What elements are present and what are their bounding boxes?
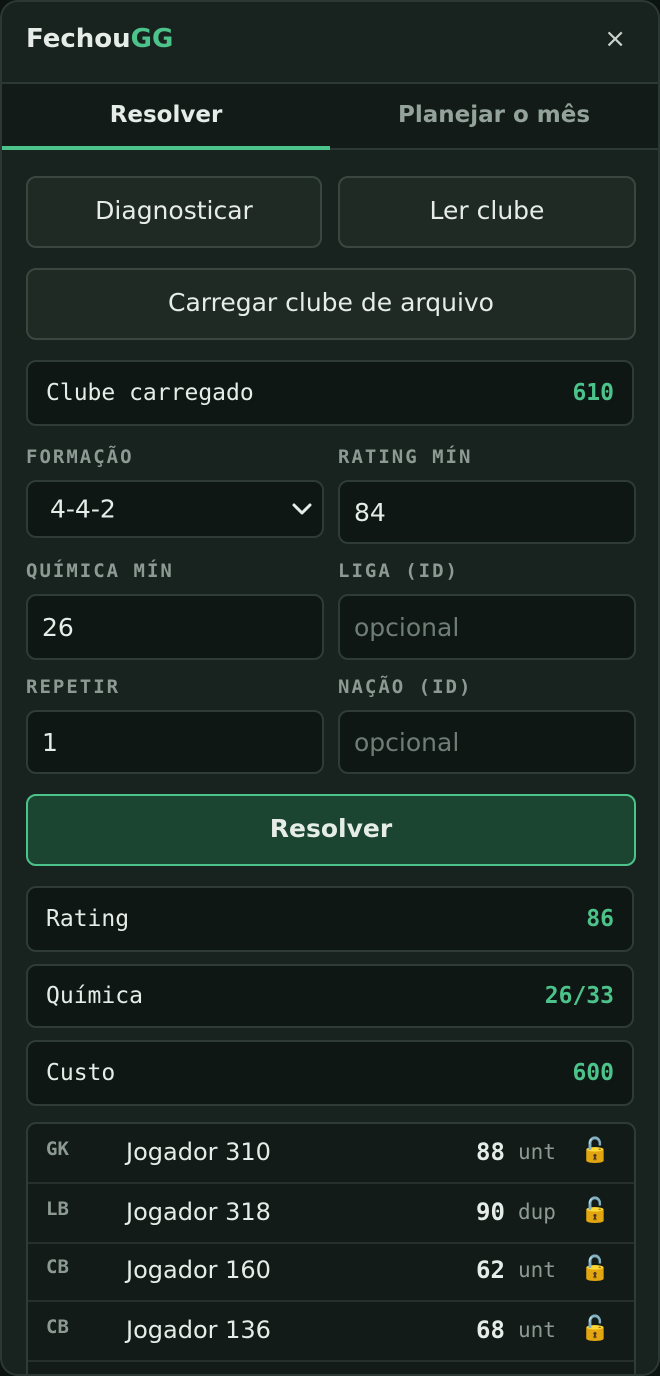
player-rating: 90 bbox=[476, 1198, 505, 1226]
fechougg-panel: FechouGG × Resolver Planejar o mês Diagn… bbox=[0, 0, 660, 1376]
player-row: CB Jogador 136 68 unt 🔓 bbox=[28, 1302, 634, 1362]
solve-button[interactable]: Resolver bbox=[26, 794, 636, 866]
club-loaded-label: Clube carregado bbox=[46, 380, 254, 406]
result-cost-value: 600 bbox=[572, 1060, 614, 1086]
chevron-down-icon bbox=[292, 503, 312, 515]
repeat-input[interactable] bbox=[28, 712, 322, 772]
unlock-icon[interactable]: 🔓 bbox=[580, 1136, 610, 1164]
club-loaded-box: Clube carregado 610 bbox=[26, 360, 634, 426]
rating-min-field[interactable] bbox=[338, 480, 636, 544]
player-position: CB bbox=[46, 1256, 69, 1278]
player-name: Jogador 310 bbox=[126, 1138, 271, 1166]
league-id-field[interactable] bbox=[338, 594, 636, 660]
repeat-label: REPETIR bbox=[26, 676, 121, 698]
unlock-icon[interactable]: 🔓 bbox=[580, 1254, 610, 1282]
load-club-file-label: Carregar clube de arquivo bbox=[168, 288, 494, 317]
result-rating-label: Rating bbox=[46, 906, 130, 932]
formation-label: FORMAÇÃO bbox=[26, 446, 134, 468]
player-row: CB Jogador 160 62 unt 🔓 bbox=[28, 1242, 634, 1302]
nation-id-label: NAÇÃO (ID) bbox=[338, 676, 473, 698]
nation-id-field[interactable] bbox=[338, 710, 636, 774]
diagnose-button-label: Diagnosticar bbox=[95, 196, 253, 225]
player-rating: 88 bbox=[476, 1138, 505, 1166]
player-name: Jogador 160 bbox=[126, 1256, 271, 1284]
player-list: GK Jogador 310 88 unt 🔓 LB Jogador 318 9… bbox=[26, 1122, 636, 1374]
player-tag: unt bbox=[518, 1318, 556, 1342]
league-id-label: LIGA (ID) bbox=[338, 560, 459, 582]
chem-min-field[interactable] bbox=[26, 594, 324, 660]
tab-bar: Resolver Planejar o mês bbox=[2, 84, 658, 150]
brand-name: Fechou bbox=[26, 24, 131, 54]
unlock-icon[interactable]: 🔓 bbox=[580, 1314, 610, 1342]
result-chemistry-value: 26/33 bbox=[544, 983, 614, 1009]
chem-min-input[interactable] bbox=[28, 596, 322, 658]
player-name: Jogador 318 bbox=[126, 1198, 271, 1226]
club-loaded-count: 610 bbox=[572, 380, 614, 406]
result-rating-box: Rating 86 bbox=[26, 886, 634, 952]
load-club-file-button[interactable]: Carregar clube de arquivo bbox=[26, 268, 636, 340]
tab-planejar[interactable]: Planejar o mês bbox=[330, 84, 658, 150]
result-rating-value: 86 bbox=[586, 906, 614, 932]
player-name: Jogador 136 bbox=[126, 1316, 271, 1344]
formation-select-value: 4-4-2 bbox=[50, 494, 116, 524]
tab-resolver[interactable]: Resolver bbox=[2, 84, 330, 150]
formation-select[interactable]: 4-4-2 bbox=[26, 480, 324, 538]
league-id-input[interactable] bbox=[340, 596, 634, 658]
diagnose-button[interactable]: Diagnosticar bbox=[26, 176, 322, 248]
repeat-field[interactable] bbox=[26, 710, 324, 774]
panel-header: FechouGG × bbox=[2, 2, 658, 84]
result-cost-box: Custo 600 bbox=[26, 1040, 634, 1106]
read-club-button[interactable]: Ler clube bbox=[338, 176, 636, 248]
player-tag: unt bbox=[518, 1258, 556, 1282]
player-position: GK bbox=[46, 1138, 69, 1160]
player-tag: dup bbox=[518, 1200, 556, 1224]
chem-min-label: QUÍMICA MÍN bbox=[26, 560, 174, 582]
rating-min-input[interactable] bbox=[340, 482, 634, 542]
close-icon[interactable]: × bbox=[604, 24, 626, 54]
player-row: GK Jogador 310 88 unt 🔓 bbox=[28, 1124, 634, 1184]
player-tag: unt bbox=[518, 1140, 556, 1164]
brand-accent: GG bbox=[130, 24, 174, 54]
player-rating: 62 bbox=[476, 1256, 505, 1284]
player-position: CB bbox=[46, 1316, 69, 1338]
brand-logo: FechouGG bbox=[26, 24, 173, 54]
player-rating: 68 bbox=[476, 1316, 505, 1344]
result-chemistry-label: Química bbox=[46, 983, 143, 1009]
result-chemistry-box: Química 26/33 bbox=[26, 964, 634, 1028]
nation-id-input[interactable] bbox=[340, 712, 634, 772]
player-row: LB Jogador 318 90 dup 🔓 bbox=[28, 1184, 634, 1244]
player-position: LB bbox=[46, 1198, 69, 1220]
unlock-icon[interactable]: 🔓 bbox=[580, 1196, 610, 1224]
result-cost-label: Custo bbox=[46, 1060, 116, 1086]
read-club-button-label: Ler clube bbox=[429, 196, 545, 225]
rating-min-label: RATING MÍN bbox=[338, 446, 473, 468]
